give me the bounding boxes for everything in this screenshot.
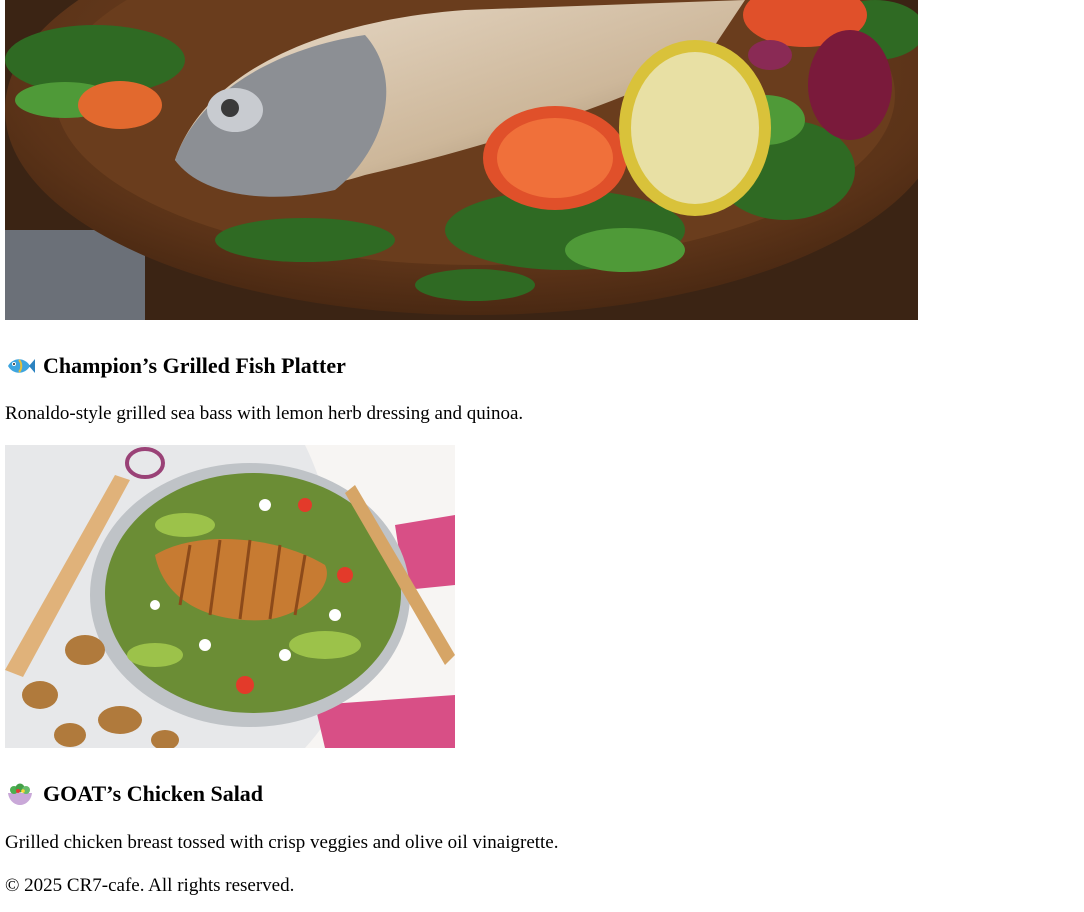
dish-description: Ronaldo-style grilled sea bass with lemo…: [5, 403, 524, 424]
dish-title-text: GOAT’s Chicken Salad: [43, 781, 264, 806]
dish-title: Champion’s Grilled Fish Platter: [5, 353, 346, 379]
fish-platter-image: [5, 0, 918, 320]
dish-description: Grilled chicken breast tossed with crisp…: [5, 832, 559, 853]
dish-title-text: Champion’s Grilled Fish Platter: [43, 353, 346, 378]
salad-bowl-icon: [5, 782, 35, 806]
chicken-salad-image: [5, 445, 455, 748]
dish-title: GOAT’s Chicken Salad: [5, 781, 263, 807]
menu-page: Champion’s Grilled Fish Platter Ronaldo-…: [0, 0, 1084, 912]
copyright-footer: © 2025 CR7-cafe. All rights reserved.: [5, 875, 295, 896]
fish-icon: [5, 354, 35, 378]
